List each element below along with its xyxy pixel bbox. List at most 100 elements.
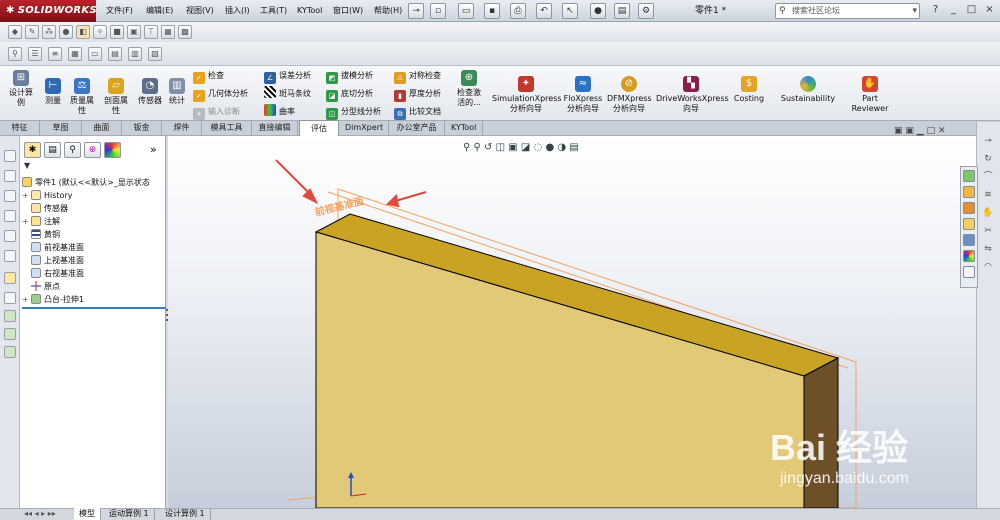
hide-show-icon[interactable]: ◌ <box>534 142 543 153</box>
extrude-icon[interactable] <box>4 310 16 322</box>
dfmxpress-button[interactable]: ⊘ DFMXpress分析向导 <box>607 76 652 114</box>
color-cube-icon[interactable]: ■ <box>110 25 124 39</box>
check-button[interactable]: ✓ 检查 <box>193 68 224 84</box>
pushpin-icon[interactable]: ⊸ <box>981 134 995 148</box>
wave-icon[interactable]: ≋ <box>981 188 995 202</box>
scene-icon[interactable]: ◑ <box>557 142 566 153</box>
rebuild-traffic-light-icon[interactable]: ● <box>590 3 606 19</box>
sketch-icon[interactable]: ✎ <box>25 25 39 39</box>
library-icon[interactable] <box>963 202 975 214</box>
driveworksxpress-button[interactable]: ▚ DriveWorksXpress向导 <box>656 76 729 114</box>
menu-help[interactable]: 帮助(H) <box>374 0 402 22</box>
tree-item-right-plane[interactable]: 右视基准面 <box>22 268 84 280</box>
viewport-maximize-icon[interactable]: □ <box>927 126 936 136</box>
tab-model[interactable]: 模型 <box>74 508 101 520</box>
symmetry-check-button[interactable]: ⚠ 对称检查 <box>394 68 441 84</box>
compare-documents-button[interactable]: ⧉ 比较文档 <box>394 104 441 120</box>
viewport-restore2-icon[interactable]: ▣ <box>905 126 914 136</box>
circle-tool-icon[interactable] <box>4 210 16 222</box>
parting-line-analysis-button[interactable]: ◫ 分型线分析 <box>326 104 381 120</box>
tree-item-front-plane[interactable]: 前视基准面 <box>22 242 84 254</box>
viewport-restore-icon[interactable]: ▣ <box>894 126 903 136</box>
rollback-bar[interactable] <box>22 307 166 309</box>
viewport-close-icon[interactable]: ✕ <box>938 126 946 136</box>
zoom-to-fit-icon[interactable]: ⚲ <box>463 142 470 153</box>
smart-dimension-icon[interactable] <box>4 272 16 284</box>
highlight-icon[interactable]: ◧ <box>76 25 90 39</box>
custom-properties-icon[interactable] <box>963 266 975 278</box>
viewport-minimize-icon[interactable]: ▁ <box>917 126 924 136</box>
tree-item-annotations[interactable]: + 注解 <box>22 216 60 228</box>
expand-plus-icon[interactable]: + <box>22 294 31 306</box>
appearance-icon[interactable]: ● <box>545 142 554 153</box>
revolve-icon[interactable] <box>4 328 16 340</box>
pin-icon[interactable]: ⊸ <box>408 3 424 19</box>
arc-tool-icon[interactable] <box>4 230 16 242</box>
curvature-button[interactable]: 曲率 <box>264 104 295 120</box>
sensor-button[interactable]: ◔ 传感器 <box>135 78 165 106</box>
previous-view-icon[interactable]: ↺ <box>484 142 492 153</box>
chart-icon[interactable]: ▥ <box>128 47 142 61</box>
import-diagnostics-button[interactable]: + 输入诊断 <box>193 104 240 120</box>
zoom-icon[interactable]: ⚲ <box>8 47 22 61</box>
simulationxpress-button[interactable]: ✦ SimulationXpress分析向导 <box>492 76 562 114</box>
undercut-analysis-button[interactable]: ◪ 底切分析 <box>326 86 373 102</box>
maximize-button[interactable]: □ <box>964 3 979 18</box>
tab-motion-study-1[interactable]: 运动算例 1 <box>104 508 155 520</box>
statistics-button[interactable]: ▥ 统计 <box>166 78 188 106</box>
tree-item-sensors[interactable]: 传感器 <box>22 203 68 215</box>
deviation-analysis-button[interactable]: ∠ 误差分析 <box>264 68 311 84</box>
tab-weldments[interactable]: 焊件 <box>162 121 202 135</box>
cut-icon[interactable] <box>4 346 16 358</box>
resources-icon[interactable] <box>963 170 975 182</box>
zoom-area-icon[interactable]: ⚲ <box>474 142 481 153</box>
close-button[interactable]: × <box>982 3 997 18</box>
open-folder-icon[interactable]: ▭ <box>458 3 474 19</box>
layers-icon[interactable]: ▧ <box>148 47 162 61</box>
print-icon[interactable]: ⎙ <box>510 3 526 19</box>
align-icon[interactable]: ≡ <box>48 47 62 61</box>
menu-insert[interactable]: 插入(I) <box>225 0 250 22</box>
expand-chevron-icon[interactable]: » <box>150 143 157 156</box>
tab-scroll-arrows-icon[interactable]: ◂◂ ◂ ▸ ▸▸ <box>24 508 56 519</box>
file-properties-icon[interactable]: ▤ <box>614 3 630 19</box>
design-study-button[interactable]: ⊞ 设计算例 <box>6 70 36 108</box>
menu-tools[interactable]: 工具(T) <box>260 0 287 22</box>
menu-view[interactable]: 视图(V) <box>186 0 214 22</box>
hand-icon[interactable]: ✋ <box>981 206 995 220</box>
mass-properties-button[interactable]: ⚖ 质量属性 <box>67 78 97 116</box>
view-orientation-icon[interactable]: ▣ <box>508 142 517 153</box>
appearances-icon[interactable] <box>963 250 975 262</box>
tab-evaluate[interactable]: 评估 <box>299 120 339 136</box>
search-input[interactable]: ⚲ 搜索社区论坛 ▾ <box>775 3 920 19</box>
curvature-icon[interactable]: ▩ <box>178 25 192 39</box>
filter-icon[interactable]: ▼ <box>24 161 162 171</box>
curve-icon[interactable]: ⌒ <box>981 170 995 184</box>
expand-plus-icon[interactable]: + <box>22 216 31 228</box>
help-button[interactable]: ? <box>928 3 943 18</box>
save-icon[interactable]: ▪ <box>484 3 500 19</box>
view-settings-icon[interactable]: ▤ <box>569 142 578 153</box>
undo-icon[interactable]: ↶ <box>536 3 552 19</box>
tree-item-boss-extrude[interactable]: + 凸台-拉伸1 <box>22 294 84 306</box>
rect-tool-icon[interactable] <box>4 190 16 202</box>
select-arrow-icon[interactable]: ↖ <box>562 3 578 19</box>
scissors-icon[interactable]: ✂ <box>981 224 995 238</box>
rotate-icon[interactable]: ↻ <box>981 152 995 166</box>
tree-item-origin[interactable]: 原点 <box>22 281 60 293</box>
trim-tool-icon[interactable] <box>4 292 16 304</box>
relations-icon[interactable]: ⁂ <box>42 25 56 39</box>
configuration-tab-icon[interactable]: ⚲ <box>64 142 81 158</box>
offset-icon[interactable]: ◠ <box>981 260 995 274</box>
tab-direct-editing[interactable]: 直接编辑 <box>252 121 298 135</box>
costing-button[interactable]: $ Costing <box>732 76 766 104</box>
tab-sheet-metal[interactable]: 钣金 <box>122 121 162 135</box>
thickness-analysis-button[interactable]: ▮ 厚度分析 <box>394 86 441 102</box>
menu-edit[interactable]: 编辑(E) <box>146 0 173 22</box>
tab-mold-tools[interactable]: 模具工具 <box>202 121 252 135</box>
floxpress-button[interactable]: ≈ FloXpress分析向导 <box>563 76 603 114</box>
spline-tool-icon[interactable] <box>4 250 16 262</box>
minimize-button[interactable]: _ <box>946 3 961 18</box>
menu-file[interactable]: 文件(F) <box>106 0 133 22</box>
app-logo[interactable]: ✱ SOLIDWORKS <box>0 0 97 22</box>
